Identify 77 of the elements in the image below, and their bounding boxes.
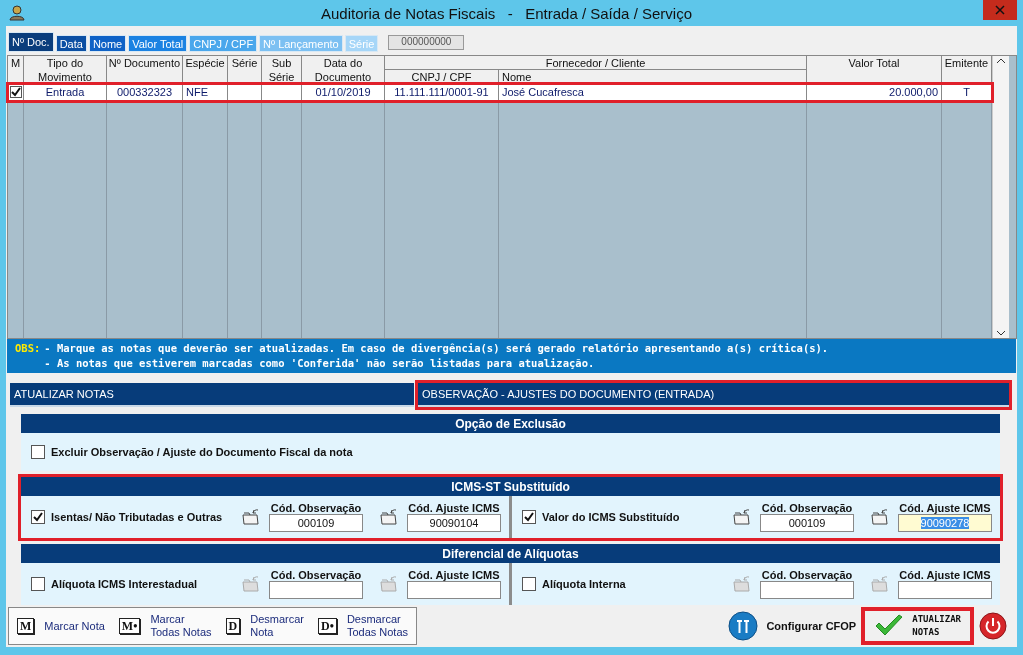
power-button[interactable]	[979, 612, 1007, 641]
app-icon	[8, 5, 26, 21]
input-field[interactable]: 000109	[760, 514, 854, 533]
key-icon[interactable]: M•	[118, 618, 141, 635]
action-link[interactable]: Desmarcar Nota	[250, 613, 304, 640]
checkbox[interactable]	[31, 577, 45, 592]
field-label: Cód. Observação	[761, 502, 853, 515]
field-label: Cód. Ajuste ICMS	[899, 569, 991, 582]
folder-arrow-icon[interactable]	[241, 508, 261, 527]
sort-tab[interactable]: Data	[55, 35, 87, 52]
notice-text: - Marque as notas que deverão ser atualizadas. Em caso de divergência(s) será gerado relatório apresentando a(s) crítica(s).	[44, 341, 830, 357]
field-label: Cód. Ajuste ICMS	[408, 569, 500, 582]
column-header[interactable]: Data do	[323, 56, 363, 70]
table-cell: José Cucafresca	[499, 84, 807, 101]
checkbox[interactable]	[522, 577, 536, 592]
input-field[interactable]	[407, 581, 501, 600]
configure-cfop-button[interactable]: Configurar CFOP	[766, 620, 857, 633]
table-cell: 11.111.111/0001-91	[385, 84, 499, 101]
table-cell: T	[942, 84, 992, 101]
update-notes-button[interactable]: ATUALIZAR NOTAS	[864, 610, 971, 643]
key-icon[interactable]: D	[225, 618, 241, 635]
input-field[interactable]	[269, 581, 363, 600]
column-header[interactable]: Série	[268, 70, 295, 83]
panel-tab[interactable]: OBSERVAÇÃO - AJUSTES DO DOCUMENTO (ENTRADA)	[418, 383, 1009, 408]
column-header[interactable]: Movimento	[38, 70, 92, 83]
checkbox-label[interactable]: Alíquota Interna	[542, 578, 716, 591]
checkbox[interactable]	[522, 510, 536, 525]
key-icon[interactable]: M	[17, 618, 35, 635]
notice-text: - As notas que estiverem marcadas como 'Conferida' não serão listadas para atualização.	[44, 356, 596, 372]
folder-arrow-icon[interactable]	[732, 508, 752, 527]
input-field[interactable]: 90090104	[407, 514, 501, 533]
table-cell: Entrada	[24, 84, 107, 101]
key-icon[interactable]: D•	[318, 618, 337, 635]
window-title: Auditoria de Notas Fiscais - Entrada / Saída / Serviço	[320, 4, 693, 22]
field-label: Cód. Ajuste ICMS	[899, 502, 991, 515]
field-label: Cód. Observação	[270, 569, 362, 582]
action-link[interactable]: Marcar Todas Notas	[150, 613, 212, 640]
field-label: Cód. Ajuste ICMS	[408, 502, 500, 515]
section-title: Diferencial de Alíquotas	[21, 544, 1000, 564]
input-field[interactable]: 000109	[269, 514, 363, 533]
checkbox-label[interactable]: Alíquota ICMS Interestadual	[51, 578, 225, 591]
search-field[interactable]: 000000000	[388, 35, 465, 50]
notice-label: OBS:	[15, 341, 41, 357]
checkbox[interactable]	[31, 445, 45, 460]
row-checkbox[interactable]	[10, 86, 22, 98]
table-cell: 01/10/2019	[302, 84, 385, 101]
column-header[interactable]: Tipo do	[46, 56, 84, 70]
checkbox-label[interactable]: Excluir Observação / Ajuste do Documento Fiscal da nota	[51, 446, 992, 459]
close-icon	[995, 5, 1005, 15]
section-title: ICMS-ST Substituído	[21, 477, 1000, 497]
table-cell: NFE	[183, 84, 228, 101]
input-field[interactable]	[898, 581, 992, 600]
checkbox[interactable]	[31, 510, 45, 525]
close-button[interactable]	[983, 0, 1017, 20]
action-link[interactable]: Desmarcar Todas Notas	[346, 613, 409, 640]
action-link[interactable]: Marcar Nota	[44, 619, 105, 633]
scroll-up-icon[interactable]	[996, 56, 1006, 66]
sort-tab[interactable]: Nome	[88, 35, 127, 52]
column-group-header: Fornecedor / Cliente	[385, 56, 807, 70]
folder-arrow-icon[interactable]	[379, 508, 399, 527]
checkbox-label[interactable]: Isentas/ Não Tributadas e Outras	[51, 511, 225, 524]
table-row[interactable]: Entrada 000332323 NFE 01/10/2019 11.111.111/0001-91 José Cucafresca 20.000,00 T	[8, 84, 992, 101]
field-label: Cód. Observação	[270, 502, 362, 515]
folder-arrow-icon[interactable]	[870, 508, 890, 527]
table-cell: 20.000,00	[807, 84, 942, 101]
panel-tab[interactable]: ATUALIZAR NOTAS	[10, 383, 414, 408]
table-cell: 000332323	[107, 84, 183, 101]
input-field[interactable]	[760, 581, 854, 600]
section-title: Opção de Exclusão	[21, 414, 1000, 434]
column-header[interactable]: Sub	[271, 56, 292, 70]
scrollbar[interactable]	[992, 56, 1009, 339]
sort-tab[interactable]: Nº Doc.	[8, 32, 54, 52]
tools-icon[interactable]	[728, 611, 759, 642]
checkbox-label[interactable]: Valor do ICMS Substituído	[542, 511, 716, 524]
field-label: Cód. Observação	[761, 569, 853, 582]
column-header[interactable]: Documento	[314, 70, 372, 83]
sort-tab[interactable]: Valor Total	[128, 35, 188, 52]
